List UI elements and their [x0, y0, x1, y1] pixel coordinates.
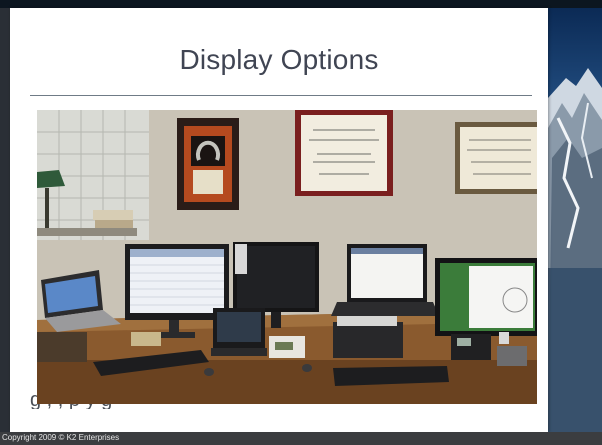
title-divider	[30, 95, 532, 96]
presentation-slide: Display Options g , , p y g	[10, 8, 548, 432]
multi-monitor-desk-photo	[37, 110, 537, 404]
slide-title: Display Options	[179, 44, 379, 75]
top-bar	[0, 0, 602, 8]
copyright-text: Copyright 2009 © K2 Enterprises	[2, 433, 120, 442]
mountain-background-image	[548, 8, 602, 432]
footer-bar: Copyright 2009 © K2 Enterprises	[0, 432, 602, 445]
